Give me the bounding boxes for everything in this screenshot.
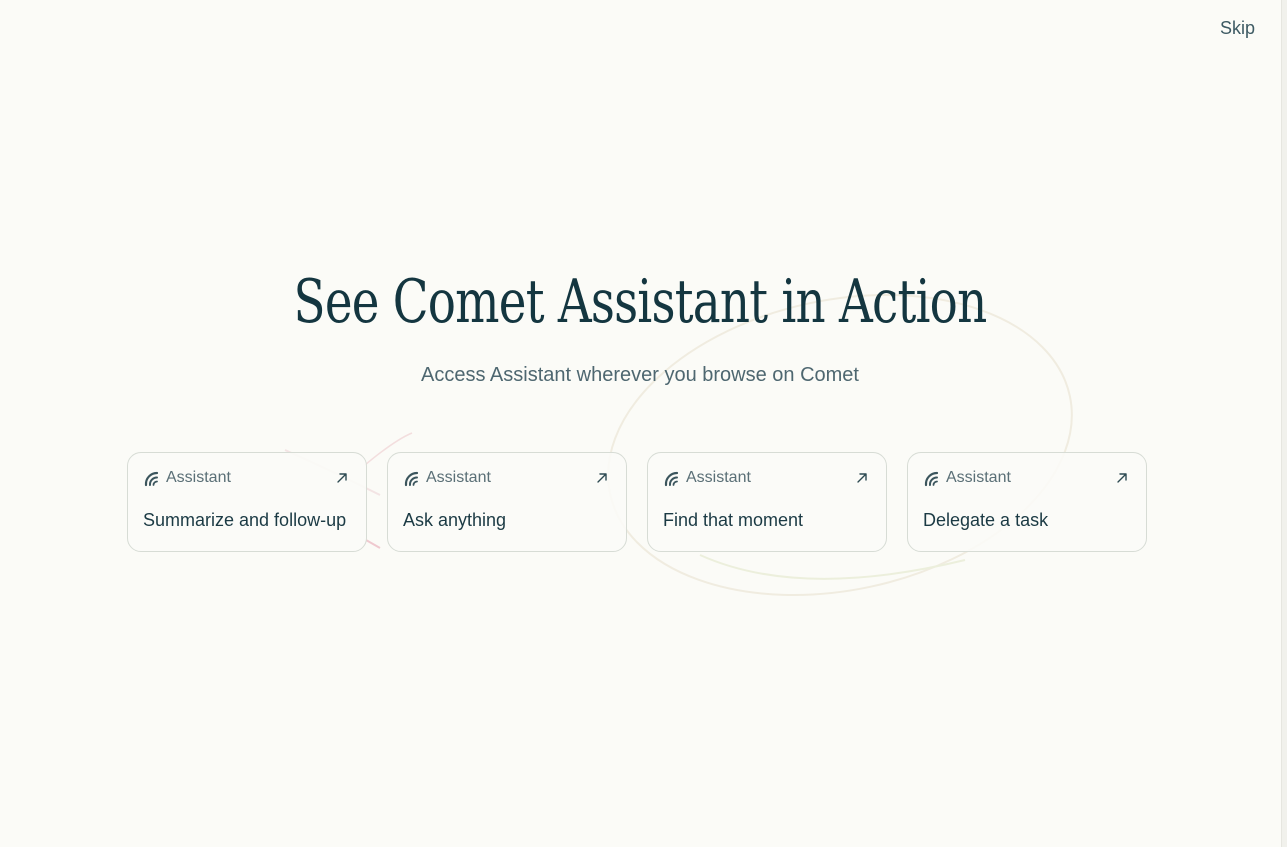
assistant-logo-icon [664,471,679,487]
card-header: Assistant [923,468,1131,488]
card-title: Delegate a task [923,510,1049,530]
arrow-up-right-icon [1117,473,1127,483]
card-find-moment[interactable]: Assistant Find that moment [647,452,887,552]
assistant-logo-icon [404,471,419,487]
card-title: Find that moment [663,510,804,530]
arrow-up-right-icon [857,473,867,483]
card-title: Ask anything [403,510,507,530]
background-decoration [284,293,1073,597]
card-label: Assistant [166,469,231,486]
card-label: Assistant [946,469,1011,486]
card-header: Assistant [663,468,871,488]
card-delegate-task[interactable]: Assistant Delegate a task [907,452,1147,552]
card-header: Assistant [403,468,611,488]
arrow-up-right-icon [337,473,347,483]
card-summarize[interactable]: Assistant Summarize and follow-up [127,452,367,552]
page-title: See Comet Assistant in Action [293,267,988,337]
window-edge [1281,0,1287,847]
card-label: Assistant [426,469,491,486]
assistant-logo-icon [924,471,939,487]
assistant-logo-icon [144,471,159,487]
card-ask-anything[interactable]: Assistant Ask anything [387,452,627,552]
skip-button[interactable]: Skip [1220,18,1255,39]
page-subtitle: Access Assistant wherever you browse on … [421,364,859,386]
card-header: Assistant [143,468,351,488]
card-title: Summarize and follow-up [143,510,347,530]
feature-cards: Assistant Summarize and follow-up Assist… [127,452,1147,552]
card-label: Assistant [686,469,751,486]
arrow-up-right-icon [597,473,607,483]
